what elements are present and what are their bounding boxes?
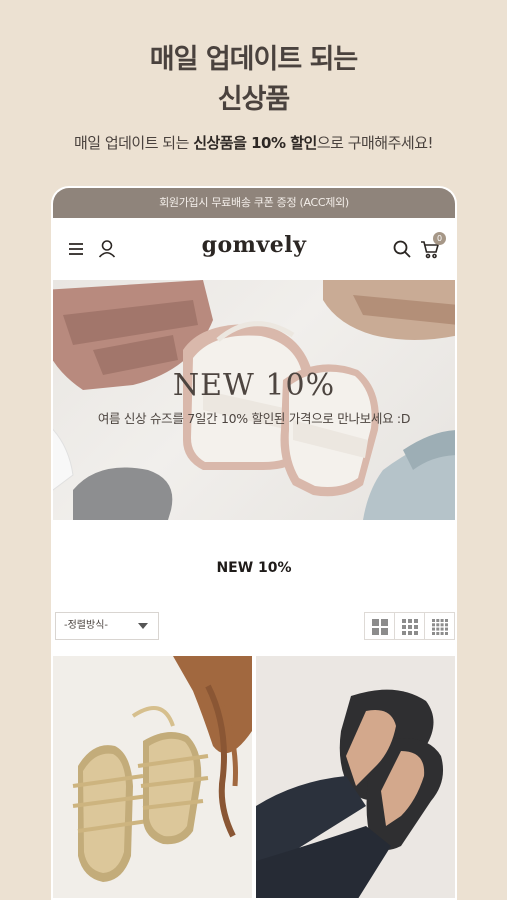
grid-2-icon — [372, 619, 388, 635]
site-header: gomvely 0 — [53, 218, 455, 280]
blue-slide-right — [363, 430, 455, 520]
tan-sandal-right — [323, 280, 455, 340]
hero-banner[interactable]: NEW 10% 여름 신상 슈즈를 7일간 10% 할인된 가격으로 만나보세요… — [53, 280, 455, 520]
promo-subtitle-bold: 신상품을 10% 할인 — [193, 134, 317, 152]
product-image-strappy-sandals — [53, 656, 252, 898]
chevron-down-icon — [138, 623, 148, 629]
phone-frame: 회원가입시 무료배송 쿠폰 증정 (ACC제외) gomvely 0 NEW 1… — [51, 186, 457, 900]
grid-4-icon — [432, 619, 448, 635]
grid-3-icon — [402, 619, 418, 635]
notice-bar[interactable]: 회원가입시 무료배송 쿠폰 증정 (ACC제외) — [53, 188, 455, 218]
promo-title-line1: 매일 업데이트 되는 — [149, 44, 359, 75]
cart-count-badge: 0 — [433, 232, 446, 245]
grey-slide-left — [53, 428, 173, 520]
product-card-2[interactable] — [256, 656, 455, 898]
section-title: NEW 10% — [216, 560, 292, 576]
promo-title: 매일 업데이트 되는 신상품 — [0, 40, 507, 120]
banner-subtitle: 여름 신상 슈즈를 7일간 10% 할인된 가격으로 만나보세요 :D — [97, 411, 411, 426]
sort-select-value: -정렬방식- — [64, 620, 109, 631]
search-icon[interactable] — [391, 238, 413, 260]
product-image-flip-flops — [256, 656, 455, 898]
view-grid-4-button[interactable] — [424, 612, 455, 640]
promo-subtitle-pre: 매일 업데이트 되는 — [73, 134, 194, 152]
view-grid-2-button[interactable] — [364, 612, 395, 640]
promo-subtitle-post: 으로 구매해주세요! — [316, 134, 434, 152]
sort-select[interactable]: -정렬방식- — [55, 612, 159, 640]
promo-title-line2: 신상품 — [217, 84, 291, 115]
banner-title: NEW 10% — [172, 368, 336, 403]
product-card-1[interactable] — [53, 656, 252, 898]
view-grid-3-button[interactable] — [394, 612, 425, 640]
promo-subtitle: 매일 업데이트 되는 신상품을 10% 할인으로 구매해주세요! — [0, 132, 507, 153]
